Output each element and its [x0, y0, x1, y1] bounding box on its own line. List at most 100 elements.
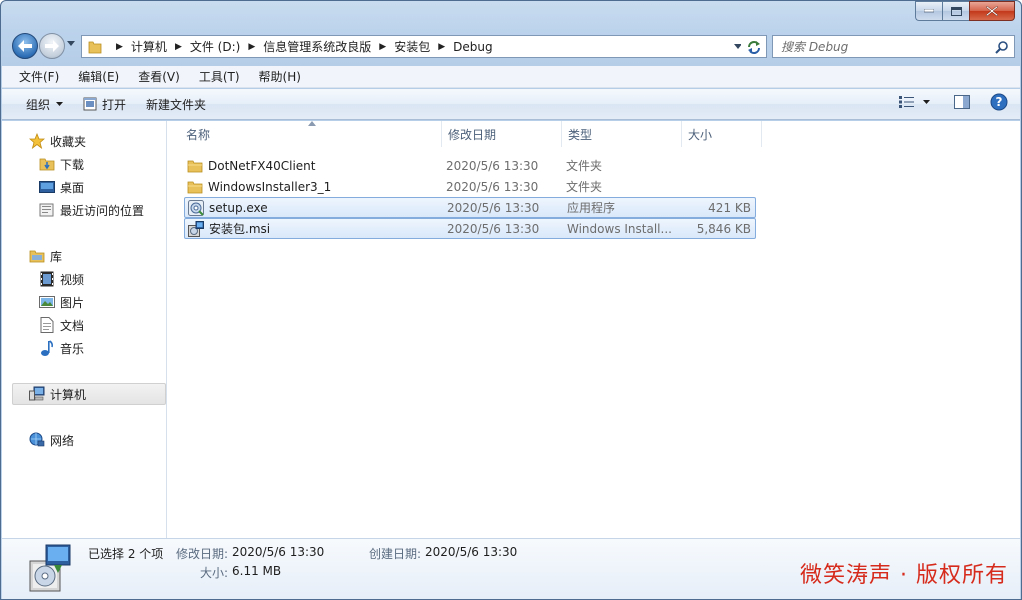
- file-row[interactable]: setup.exe 2020/5/6 13:30 应用程序 421 KB: [184, 197, 756, 218]
- selection-count: 已选择 2 个项: [88, 547, 164, 561]
- sidebar-item-label: 文档: [60, 318, 85, 333]
- breadcrumb-item[interactable]: 文件 (D:): [190, 38, 240, 55]
- sidebar-item-label: 桌面: [60, 180, 85, 195]
- column-header-label: 修改日期: [448, 127, 497, 142]
- address-bar[interactable]: ▶ 计算机 ▶ 文件 (D:) ▶ 信息管理系统改良版 ▶ 安装包 ▶ Debug: [81, 35, 751, 58]
- close-icon: [986, 6, 998, 16]
- column-header-name[interactable]: 名称: [180, 121, 442, 147]
- sidebar-item-computer[interactable]: 计算机: [29, 383, 86, 405]
- column-header-label: 类型: [568, 127, 593, 142]
- menu-item[interactable]: 查看(V): [125, 68, 186, 85]
- chevron-down-icon: [56, 102, 64, 106]
- breadcrumb-separator-icon[interactable]: ▶: [438, 42, 445, 52]
- breadcrumb-separator-icon[interactable]: ▶: [248, 42, 255, 52]
- command-bar: 组织 打开 新建文件夹 ?: [2, 89, 1020, 120]
- sidebar-item-pictures[interactable]: 图片: [39, 291, 84, 313]
- folder-icon: [88, 41, 102, 53]
- sidebar-item-label: 视频: [60, 272, 85, 287]
- modified-label: 修改日期:: [176, 547, 229, 561]
- breadcrumb-separator-icon[interactable]: ▶: [116, 42, 123, 52]
- video-icon: [39, 271, 55, 287]
- organize-label: 组织: [26, 97, 51, 112]
- desktop-icon: [39, 179, 55, 195]
- file-name-cell: 安装包.msi: [187, 220, 270, 237]
- navigation-bar: ▶ 计算机 ▶ 文件 (D:) ▶ 信息管理系统改良版 ▶ 安装包 ▶ Debug: [9, 32, 1015, 60]
- column-header-modified[interactable]: 修改日期: [442, 121, 562, 147]
- open-button[interactable]: 打开: [73, 92, 136, 116]
- computer-icon: [29, 386, 45, 402]
- sidebar-item-label: 音乐: [60, 341, 85, 356]
- breadcrumb-separator-icon[interactable]: ▶: [379, 42, 386, 52]
- refresh-button[interactable]: [741, 35, 767, 58]
- menu-item[interactable]: 文件(F): [6, 68, 65, 85]
- help-icon[interactable]: ?: [990, 93, 1008, 111]
- open-label: 打开: [102, 97, 127, 112]
- sidebar-item-label: 网络: [50, 433, 75, 448]
- sidebar-item-recent-places[interactable]: 最近访问的位置: [39, 199, 144, 221]
- breadcrumb-item[interactable]: 信息管理系统改良版: [263, 38, 371, 55]
- msi-package-icon: [29, 544, 71, 592]
- caption-buttons: [915, 1, 1015, 21]
- menu-item[interactable]: 编辑(E): [65, 68, 125, 85]
- recent-places-icon: [39, 202, 55, 218]
- forward-button[interactable]: [39, 33, 65, 59]
- new-folder-button[interactable]: 新建文件夹: [136, 92, 216, 116]
- file-row[interactable]: WindowsInstaller3_1 2020/5/6 13:30 文件夹: [184, 176, 756, 197]
- file-row[interactable]: 安装包.msi 2020/5/6 13:30 Windows Install... 5…: [184, 218, 756, 239]
- music-note-icon: [39, 340, 55, 356]
- explorer-window: ▶ 计算机 ▶ 文件 (D:) ▶ 信息管理系统改良版 ▶ 安装包 ▶ Debug 文件(F)编辑…: [0, 0, 1022, 600]
- created-label: 创建日期:: [369, 547, 422, 561]
- search-icon[interactable]: [995, 40, 1009, 54]
- file-name-cell: DotNetFX40Client: [186, 158, 315, 174]
- navigation-pane: 收藏夹 下载 桌面 最近访问的位置 库 视频 图片 文档 音乐 计算机 网络: [2, 121, 167, 538]
- search-input[interactable]: [781, 39, 981, 54]
- sidebar-item-label: 图片: [60, 295, 85, 310]
- column-header-type[interactable]: 类型: [562, 121, 682, 147]
- file-name: 安装包.msi: [209, 222, 271, 236]
- back-button[interactable]: [12, 33, 38, 59]
- recent-pages-dropdown-icon[interactable]: [67, 41, 75, 46]
- breadcrumb-item[interactable]: Debug: [453, 40, 492, 54]
- folder-icon: [186, 158, 203, 174]
- breadcrumb-item[interactable]: 计算机: [131, 38, 167, 55]
- sidebar-item-libraries[interactable]: 库: [29, 245, 62, 267]
- minimize-icon: [924, 9, 934, 13]
- menu-item[interactable]: 帮助(H): [246, 68, 307, 85]
- column-header-label: 大小: [688, 127, 713, 142]
- refresh-icon: [747, 40, 760, 54]
- sidebar-item-favorites[interactable]: 收藏夹: [29, 130, 86, 152]
- file-name-cell: WindowsInstaller3_1: [186, 179, 331, 195]
- close-button[interactable]: [969, 1, 1015, 21]
- breadcrumb-item[interactable]: 安装包: [394, 38, 430, 55]
- star-icon: [29, 133, 45, 149]
- sidebar-item-downloads[interactable]: 下载: [39, 153, 84, 175]
- arrow-right-icon: [45, 40, 59, 52]
- file-modified-date: 2020/5/6 13:30: [447, 200, 540, 215]
- organize-button[interactable]: 组织: [16, 92, 73, 116]
- documents-icon: [39, 317, 55, 333]
- change-view-button[interactable]: [899, 96, 930, 108]
- sidebar-item-label: 库: [50, 249, 63, 264]
- size-label: 大小:: [200, 566, 229, 580]
- sidebar-item-desktop[interactable]: 桌面: [39, 176, 84, 198]
- sidebar-item-videos[interactable]: 视频: [39, 268, 84, 290]
- sidebar-item-label: 下载: [60, 157, 85, 172]
- preview-pane-icon[interactable]: [954, 95, 970, 109]
- menu-item[interactable]: 工具(T): [186, 68, 246, 85]
- maximize-button[interactable]: [942, 1, 969, 21]
- breadcrumb-separator-icon[interactable]: ▶: [175, 42, 182, 52]
- sidebar-item-music[interactable]: 音乐: [39, 337, 84, 359]
- maximize-icon: [950, 6, 962, 16]
- file-modified-date: 2020/5/6 13:30: [447, 221, 540, 236]
- file-modified-date: 2020/5/6 13:30: [446, 158, 539, 173]
- search-box[interactable]: [772, 35, 1015, 58]
- sidebar-item-network[interactable]: 网络: [29, 429, 74, 451]
- size-value: 6.11 MB: [232, 564, 282, 578]
- file-row[interactable]: DotNetFX40Client 2020/5/6 13:30 文件夹: [184, 155, 756, 176]
- column-header-size[interactable]: 大小: [682, 121, 762, 147]
- sidebar-item-documents[interactable]: 文档: [39, 314, 84, 336]
- svg-text:?: ?: [996, 95, 1003, 109]
- setup-exe-icon: [187, 199, 204, 216]
- minimize-button[interactable]: [915, 1, 942, 21]
- arrow-left-icon: [18, 40, 32, 52]
